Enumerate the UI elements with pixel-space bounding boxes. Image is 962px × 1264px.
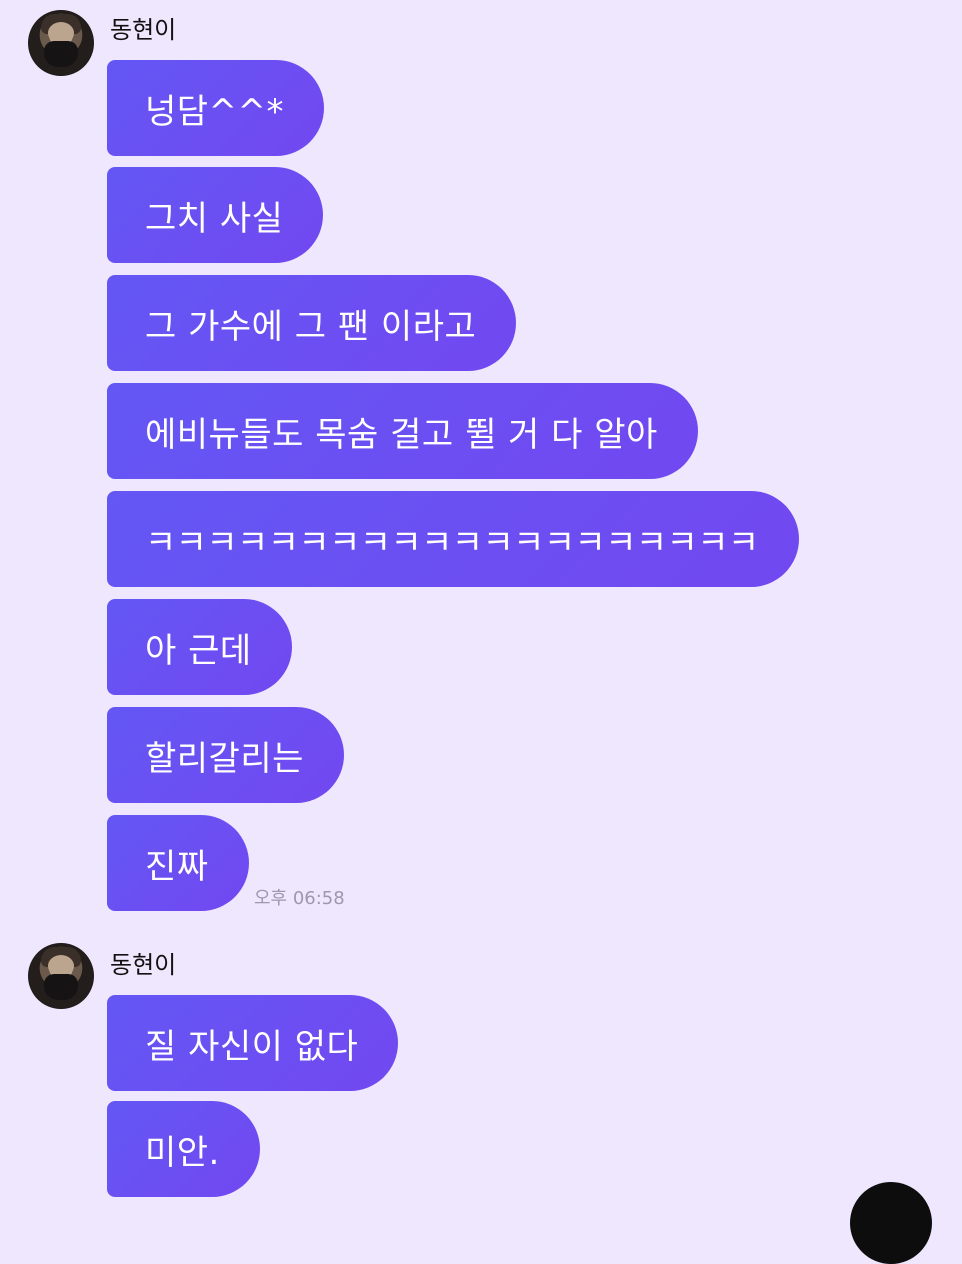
message-bubble[interactable]: 넝담^^*	[107, 60, 325, 156]
message-bubble[interactable]: 그 가수에 그 팬 이라고	[107, 275, 517, 371]
message-bubble[interactable]: 에비뉴들도 목숨 걸고 뛸 거 다 알아	[107, 383, 698, 479]
sender-name[interactable]: 동현이	[110, 18, 176, 42]
avatar-mask	[44, 41, 78, 67]
message-bubble[interactable]: 질 자신이 없다	[107, 995, 399, 1091]
message-bubble[interactable]: 할리갈리는	[107, 707, 344, 803]
message-bubble[interactable]: 진짜	[107, 815, 249, 911]
avatar-mask	[44, 974, 78, 1000]
avatar[interactable]	[28, 943, 94, 1009]
message-bubble[interactable]: ㅋㅋㅋㅋㅋㅋㅋㅋㅋㅋㅋㅋㅋㅋㅋㅋㅋㅋㅋㅋ	[107, 491, 799, 587]
message-timestamp: 오후 06:58	[254, 888, 345, 909]
avatar[interactable]	[28, 10, 94, 76]
message-bubble[interactable]: 아 근데	[107, 599, 292, 695]
message-bubble[interactable]: 그치 사실	[107, 167, 324, 263]
message-bubble[interactable]: 미안.	[107, 1101, 260, 1197]
sender-name[interactable]: 동현이	[110, 953, 176, 977]
floating-button[interactable]	[850, 1182, 932, 1264]
